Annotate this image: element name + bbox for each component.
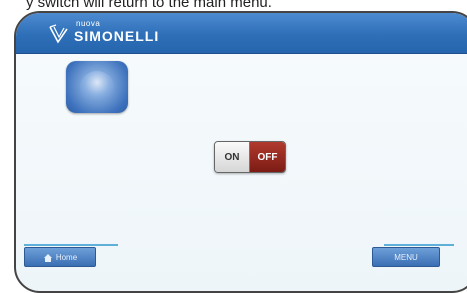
switch-on-option[interactable]: ON [215, 142, 250, 172]
home-label: Home [55, 252, 78, 262]
home-button[interactable]: Home [24, 247, 96, 267]
instruction-caption: y switch will return to the main menu. [26, 0, 272, 11]
app-icon[interactable] [66, 61, 128, 113]
brand-name: SIMONELLI [74, 28, 160, 44]
footer-divider-right [384, 244, 454, 246]
switch-off-option[interactable]: OFF [250, 142, 285, 172]
brand-prefix: nuova [76, 19, 101, 28]
app-header: nuova SIMONELLI [16, 13, 467, 54]
footer-divider-left [24, 244, 118, 246]
logo-icon [49, 24, 68, 44]
menu-button[interactable]: MENU [372, 247, 440, 267]
on-off-switch[interactable]: ON OFF [214, 141, 286, 173]
menu-label: MENU [394, 252, 418, 262]
home-icon [43, 253, 52, 262]
